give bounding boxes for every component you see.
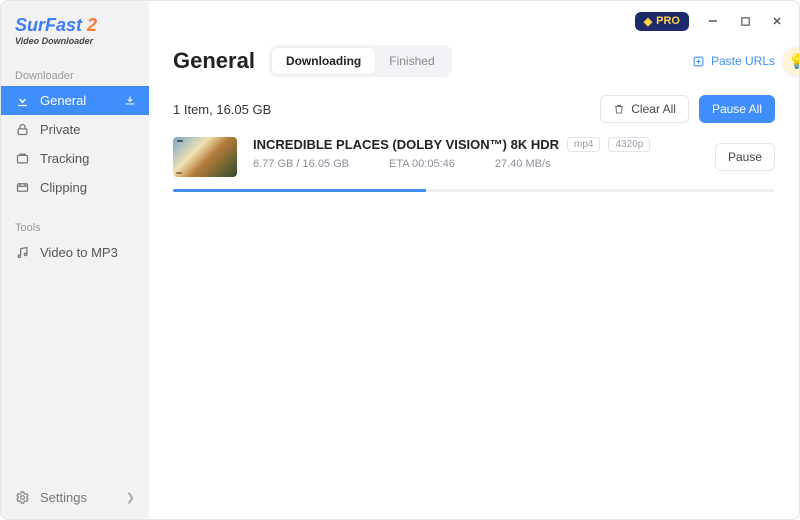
sidebar-item-tracking[interactable]: Tracking [1, 144, 149, 173]
trash-icon [613, 103, 625, 115]
brand-subtitle: Video Downloader [15, 36, 135, 46]
brand-name: SurFast [15, 15, 82, 35]
gear-icon [15, 490, 30, 505]
sidebar-item-label: Clipping [40, 180, 87, 195]
sidebar-item-label: General [40, 93, 86, 108]
brand: SurFast 2 Video Downloader [1, 15, 149, 64]
maximize-button[interactable] [737, 13, 753, 29]
brand-version: 2 [87, 15, 97, 35]
section-downloader: Downloader [1, 64, 149, 86]
sidebar-item-label: Private [40, 122, 80, 137]
sidebar-item-label: Tracking [40, 151, 89, 166]
download-icon [15, 93, 30, 108]
sidebar-item-private[interactable]: Private [1, 115, 149, 144]
lock-icon [15, 122, 30, 137]
settings-button[interactable]: Settings ❯ [1, 476, 149, 519]
minimize-button[interactable] [705, 13, 721, 29]
sidebar: SurFast 2 Video Downloader Downloader Ge… [1, 1, 149, 519]
thumbnail [173, 137, 237, 177]
sidebar-item-video-to-mp3[interactable]: Video to MP3 [1, 238, 149, 267]
download-title: INCREDIBLE PLACES (DOLBY VISION™) 8K HDR [253, 137, 559, 152]
music-icon [15, 245, 30, 260]
app-window: SurFast 2 Video Downloader Downloader Ge… [0, 0, 800, 520]
bulb-icon: 💡 [788, 53, 800, 70]
progress-bar [173, 189, 426, 192]
tab-finished[interactable]: Finished [375, 48, 448, 74]
download-size: 6.77 GB / 16.05 GB [253, 158, 349, 170]
download-item: INCREDIBLE PLACES (DOLBY VISION™) 8K HDR… [149, 137, 799, 192]
section-tools: Tools [1, 216, 149, 238]
pro-label: PRO [656, 15, 680, 27]
sidebar-item-clipping[interactable]: Clipping [1, 173, 149, 202]
progress-track [173, 189, 775, 192]
tab-downloading[interactable]: Downloading [272, 48, 375, 74]
download-eta: ETA 00:05:46 [389, 158, 455, 170]
quality-badge: 4320p [608, 137, 650, 152]
clear-all-label: Clear All [631, 102, 676, 116]
tracking-icon [15, 151, 30, 166]
download-tray-icon [123, 94, 137, 108]
sidebar-item-label: Video to MP3 [40, 245, 118, 260]
diamond-icon: ◆ [644, 15, 652, 28]
film-icon [15, 180, 30, 195]
plus-icon [692, 55, 705, 68]
format-badge: mp4 [567, 137, 600, 152]
pause-all-label: Pause All [712, 102, 762, 116]
titlebar: ◆ PRO [149, 1, 799, 41]
close-button[interactable] [769, 13, 785, 29]
chevron-right-icon: ❯ [126, 491, 135, 504]
paste-urls-label: Paste URLs [711, 54, 775, 68]
pause-button[interactable]: Pause [715, 143, 775, 171]
download-speed: 27.40 MB/s [495, 158, 551, 170]
clear-all-button[interactable]: Clear All [600, 95, 689, 123]
pro-badge[interactable]: ◆ PRO [635, 12, 689, 31]
sidebar-item-general[interactable]: General [1, 86, 149, 115]
page-title: General [173, 48, 255, 74]
paste-urls-button[interactable]: Paste URLs [692, 54, 775, 68]
summary-text: 1 Item, 16.05 GB [173, 102, 271, 117]
pause-all-button[interactable]: Pause All [699, 95, 775, 123]
main-panel: ◆ PRO 💡 General Downloading Finished [149, 1, 799, 519]
summary-row: 1 Item, 16.05 GB Clear All Pause All [149, 89, 799, 137]
settings-label: Settings [40, 490, 87, 505]
tabbar: Downloading Finished [269, 45, 452, 77]
heading-row: General Downloading Finished Paste URLs [149, 41, 799, 89]
